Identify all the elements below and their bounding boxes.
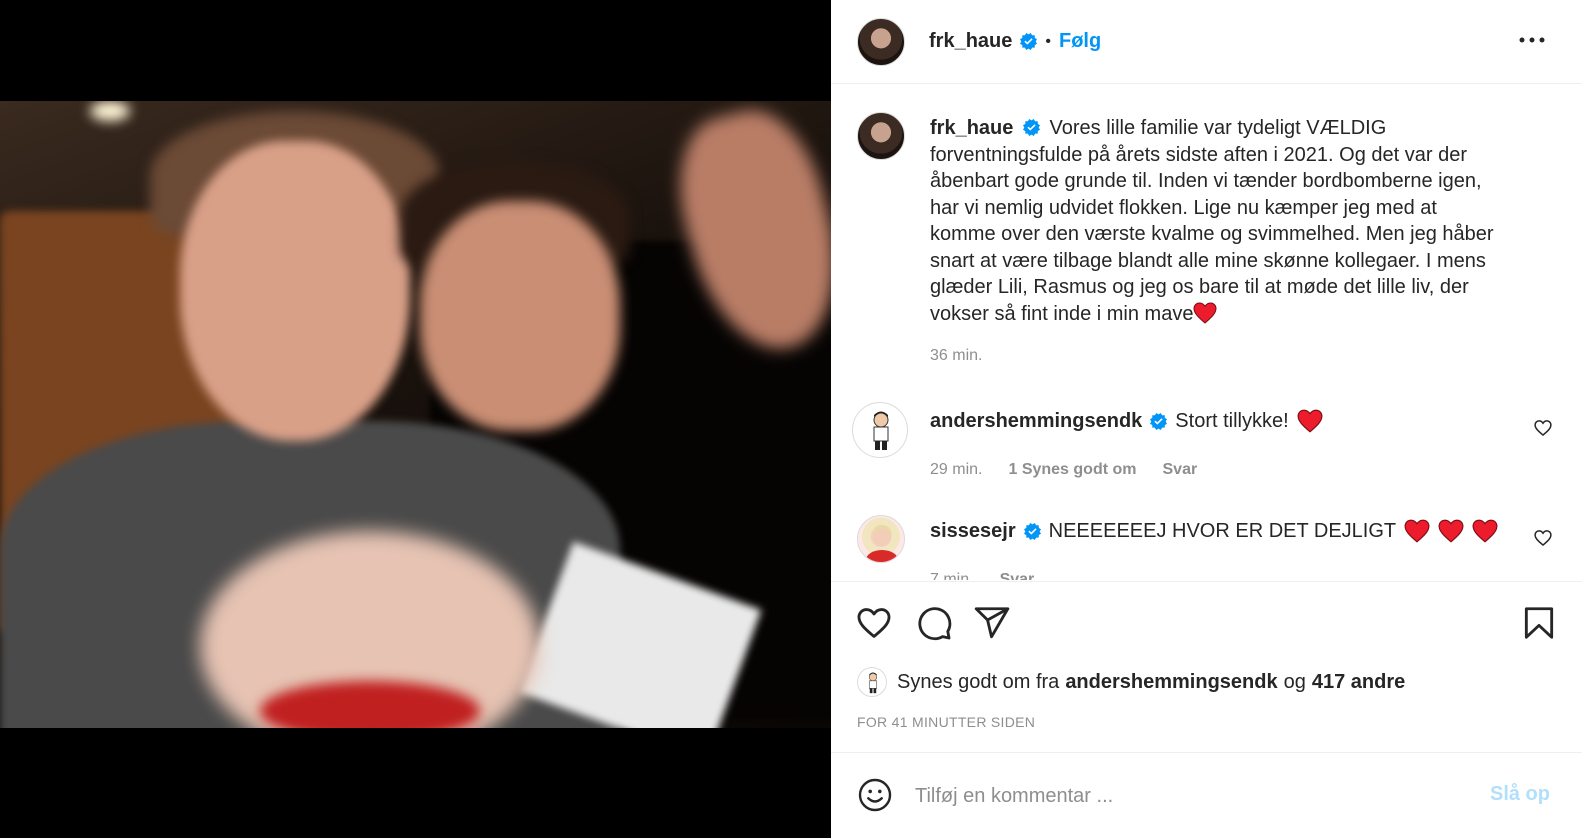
comment-icon[interactable] bbox=[915, 604, 953, 642]
post-actions: Synes godt om fra andershemmingsendk og … bbox=[831, 581, 1582, 751]
commenter-avatar[interactable] bbox=[857, 515, 905, 563]
caption-line: vokser så fint inde i min mave bbox=[930, 302, 1194, 325]
caption-time: 36 min. bbox=[930, 347, 983, 364]
likes-conj: og bbox=[1283, 670, 1306, 693]
likes-summary: Synes godt om fra andershemmingsendk og … bbox=[857, 667, 1405, 697]
post-media[interactable] bbox=[0, 0, 831, 838]
red-heart-emoji-icon bbox=[1404, 519, 1430, 543]
likes-user-link[interactable]: andershemmingsendk bbox=[1065, 671, 1277, 694]
verified-icon bbox=[1022, 119, 1040, 136]
author-username[interactable]: frk_haue bbox=[929, 30, 1012, 53]
bitmoji-avatar-icon bbox=[873, 411, 889, 450]
reply-button[interactable]: Svar bbox=[1163, 461, 1198, 479]
header-separator: • bbox=[1045, 32, 1051, 50]
reply-button[interactable]: Svar bbox=[1000, 571, 1035, 580]
caption-text: frk_haue Vores lille familie var tydelig… bbox=[930, 115, 1550, 327]
comment-meta: 7 min. Svar bbox=[930, 571, 1034, 580]
red-heart-emoji-icon bbox=[1193, 301, 1217, 324]
red-heart-emoji-icon bbox=[1438, 519, 1464, 543]
post-header: frk_haue • Følg bbox=[831, 0, 1582, 84]
post-comment-button[interactable]: Slå op bbox=[1490, 783, 1550, 806]
commenter-avatar[interactable] bbox=[852, 402, 908, 458]
likes-others-link[interactable]: 417 andre bbox=[1312, 671, 1405, 694]
follow-button[interactable]: Følg bbox=[1059, 30, 1101, 53]
comment-row: andershemmingsendk Stort tillykke! bbox=[930, 409, 1323, 433]
comment-time: 7 min. bbox=[930, 571, 974, 580]
comment-meta: 29 min. 1 Synes godt om Svar bbox=[930, 461, 1197, 479]
photo-face-man bbox=[420, 201, 620, 431]
more-icon[interactable] bbox=[1518, 30, 1548, 50]
post-timestamp[interactable]: FOR 41 MINUTTER SIDEN bbox=[857, 714, 1035, 730]
red-heart-emoji-icon bbox=[1297, 409, 1323, 433]
caption-line: har vi nemlig udvidet flokken. Lige nu k… bbox=[930, 196, 1437, 219]
add-comment-bar: Slå op bbox=[831, 752, 1582, 838]
comment-input[interactable] bbox=[915, 781, 1475, 811]
photo-face-woman bbox=[180, 141, 410, 441]
likes-prefix: Synes godt om fra bbox=[897, 670, 1060, 693]
caption-avatar[interactable] bbox=[857, 112, 905, 160]
comments-list[interactable]: frk_haue Vores lille familie var tydelig… bbox=[831, 85, 1582, 580]
share-icon[interactable] bbox=[973, 604, 1011, 642]
bookmark-icon[interactable] bbox=[1520, 604, 1558, 642]
verified-icon bbox=[1020, 33, 1038, 50]
comment-like-heart-icon[interactable] bbox=[1533, 418, 1553, 438]
portrait-avatar-icon bbox=[866, 524, 898, 562]
red-heart-emoji-icon bbox=[1472, 519, 1498, 543]
author-avatar[interactable] bbox=[857, 18, 905, 66]
emoji-icon[interactable] bbox=[857, 777, 893, 813]
header-user-row: frk_haue • Følg bbox=[929, 30, 1101, 53]
liker-avatar[interactable] bbox=[857, 667, 887, 697]
caption-line: Vores lille familie var tydeligt VÆLDIG bbox=[1049, 117, 1387, 139]
caption-line: åbenbart gode grunde til. Inden vi tænde… bbox=[930, 170, 1482, 192]
verified-icon bbox=[1150, 412, 1168, 430]
comment-time: 29 min. bbox=[930, 461, 983, 478]
bitmoji-avatar-icon bbox=[868, 672, 878, 694]
comment-likes-link[interactable]: 1 Synes godt om bbox=[1008, 461, 1136, 479]
caption-line: snart at være tilbage blandt alle mine s… bbox=[930, 249, 1486, 272]
heart-icon[interactable] bbox=[855, 604, 893, 642]
comment-row: sissesejr NEEEEEEEJ HVOR ER DET DEJLIGT bbox=[930, 519, 1498, 543]
post-photo[interactable] bbox=[0, 101, 831, 728]
comment-text: Stort tillykke! bbox=[1175, 409, 1289, 432]
caption-username[interactable]: frk_haue bbox=[930, 117, 1013, 139]
caption-line: forventningsfulde på årets sidste aften … bbox=[930, 143, 1467, 166]
comment-like-heart-icon[interactable] bbox=[1533, 528, 1553, 548]
comment-username[interactable]: andershemmingsendk bbox=[930, 410, 1142, 433]
comment-text: NEEEEEEEJ HVOR ER DET DEJLIGT bbox=[1048, 519, 1397, 542]
caption-line: glæder Lili, Rasmus og jeg os bare til a… bbox=[930, 276, 1469, 298]
post-panel: frk_haue • Følg frk_haue Vores lille fam… bbox=[831, 0, 1582, 838]
caption-line: komme over den værste kvalme og svimmelh… bbox=[930, 223, 1494, 245]
comment-username[interactable]: sissesejr bbox=[930, 520, 1016, 543]
verified-icon bbox=[1023, 522, 1041, 540]
photo-light bbox=[90, 101, 130, 121]
caption: frk_haue Vores lille familie var tydelig… bbox=[930, 115, 1550, 365]
